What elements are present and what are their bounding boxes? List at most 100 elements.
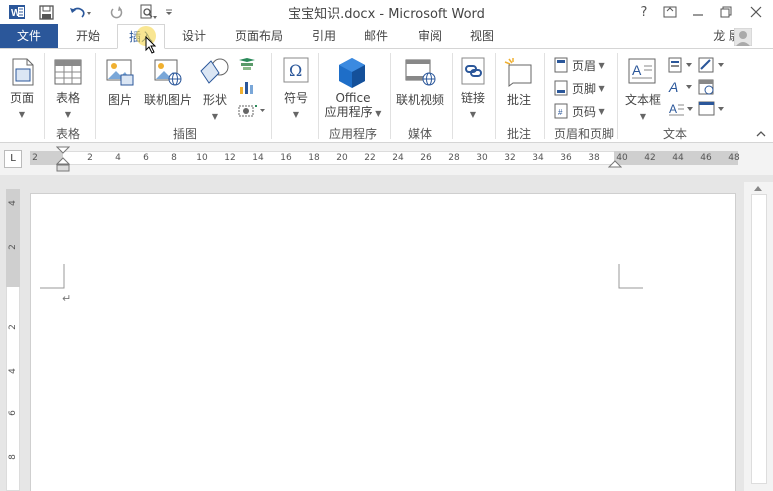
signature-line-icon[interactable] bbox=[698, 57, 726, 73]
ruler-number: 16 bbox=[280, 153, 292, 163]
minimize-icon[interactable] bbox=[686, 1, 710, 23]
symbol-icon: Ω bbox=[283, 57, 309, 83]
avatar[interactable] bbox=[734, 28, 752, 46]
header-label: 页眉 bbox=[572, 58, 597, 73]
scroll-up-icon[interactable] bbox=[753, 184, 763, 192]
comment-button[interactable]: 批注 bbox=[500, 91, 538, 108]
tab-home[interactable]: 开始 bbox=[66, 24, 110, 49]
text-box-icon: A bbox=[628, 58, 656, 84]
ruler-number: 26 bbox=[420, 153, 432, 163]
vertical-ruler-number: 4 bbox=[8, 368, 18, 374]
online-picture-icon bbox=[154, 59, 182, 86]
margin-corner-top-left bbox=[40, 264, 65, 289]
tab-file[interactable]: 文件 bbox=[0, 24, 58, 49]
vertical-ruler-number: 2 bbox=[8, 244, 18, 250]
svg-text:#: # bbox=[558, 108, 563, 117]
text-box-button[interactable]: 文本框 ▼ bbox=[620, 91, 666, 122]
ruler-number: 34 bbox=[532, 153, 544, 163]
group-label-table: 表格 bbox=[55, 127, 80, 141]
ruler-number: 38 bbox=[588, 153, 600, 163]
office-apps-button[interactable]: Office 应用程序 ▼ bbox=[322, 91, 384, 121]
ruler-number: 32 bbox=[504, 153, 516, 163]
group-label-apps: 应用程序 bbox=[328, 127, 377, 141]
shapes-icon bbox=[200, 58, 229, 84]
ruler-number: 10 bbox=[196, 153, 208, 163]
table-icon bbox=[54, 59, 82, 85]
tab-review[interactable]: 审阅 bbox=[408, 24, 452, 49]
page-number-icon: # bbox=[554, 103, 568, 119]
scrollbar-thumb[interactable] bbox=[751, 194, 767, 484]
link-button-label: 链接 bbox=[460, 91, 485, 105]
online-video-button[interactable]: 联机视频 bbox=[392, 91, 448, 108]
ruler-number: 36 bbox=[560, 153, 572, 163]
ruler-number: 30 bbox=[476, 153, 488, 163]
ruler-number: 22 bbox=[364, 153, 376, 163]
restore-icon[interactable] bbox=[714, 1, 738, 23]
indent-marker-icon[interactable] bbox=[56, 146, 70, 174]
vertical-ruler-number: 6 bbox=[8, 410, 18, 416]
shapes-button-label: 形状 bbox=[202, 93, 227, 107]
quick-parts-icon[interactable] bbox=[668, 57, 694, 73]
ruler-number: 18 bbox=[308, 153, 320, 163]
object-icon[interactable] bbox=[698, 101, 726, 117]
chart-icon[interactable] bbox=[238, 79, 256, 95]
page-icon bbox=[12, 58, 34, 86]
picture-button[interactable]: 图片 bbox=[102, 91, 138, 108]
office-apps-label-1: Office bbox=[335, 91, 371, 105]
title-bar: W 宝宝知识.docx - Microsoft Word ? bbox=[0, 0, 773, 24]
tab-page-layout[interactable]: 页面布局 bbox=[226, 24, 292, 49]
footer-label: 页脚 bbox=[572, 81, 597, 96]
tab-view[interactable]: 视图 bbox=[460, 24, 504, 49]
ruler-number: 40 bbox=[616, 153, 628, 163]
link-icon bbox=[461, 57, 485, 85]
smartart-icon[interactable] bbox=[238, 57, 256, 73]
header-button[interactable]: 页眉 ▼ bbox=[553, 55, 605, 75]
ruler-number: 42 bbox=[644, 153, 656, 163]
ruler-number: 2 bbox=[32, 153, 38, 163]
help-button[interactable]: ? bbox=[632, 1, 656, 23]
svg-text:Ω: Ω bbox=[289, 61, 302, 80]
ruler-number: 28 bbox=[448, 153, 460, 163]
group-label-media: 媒体 bbox=[407, 127, 432, 141]
margin-corner-top-right bbox=[618, 264, 643, 289]
vertical-ruler-number: 2 bbox=[8, 324, 18, 330]
page-button-label: 页面 bbox=[9, 91, 34, 105]
tab-selector-button[interactable]: L bbox=[4, 150, 22, 168]
svg-text:A: A bbox=[668, 79, 678, 95]
ruler-number: 48 bbox=[728, 153, 740, 163]
wordart-icon[interactable]: A bbox=[668, 79, 694, 95]
ribbon-display-options-icon[interactable] bbox=[658, 1, 682, 23]
tab-design[interactable]: 设计 bbox=[172, 24, 216, 49]
vertical-scrollbar[interactable] bbox=[744, 182, 773, 491]
symbol-button-label: 符号 bbox=[283, 91, 308, 105]
tab-references[interactable]: 引用 bbox=[302, 24, 346, 49]
drop-cap-icon[interactable]: A bbox=[668, 101, 694, 117]
group-label-text: 文本 bbox=[662, 127, 687, 141]
link-button[interactable]: 链接 ▼ bbox=[455, 89, 491, 120]
symbol-button[interactable]: 符号 ▼ bbox=[278, 89, 314, 120]
collapse-ribbon-icon[interactable] bbox=[755, 129, 767, 139]
document-page[interactable]: ↵ bbox=[30, 193, 736, 491]
table-button[interactable]: 表格 ▼ bbox=[48, 89, 88, 120]
close-icon[interactable] bbox=[744, 1, 768, 23]
ruler-number: 8 bbox=[171, 153, 177, 163]
page-button[interactable]: 页面 ▼ bbox=[4, 89, 40, 120]
group-label-header-footer: 页眉和页脚 bbox=[553, 127, 614, 141]
footer-button[interactable]: 页脚 ▼ bbox=[553, 78, 605, 98]
online-picture-button[interactable]: 联机图片 bbox=[140, 91, 196, 108]
ruler-number: 20 bbox=[336, 153, 348, 163]
picture-icon bbox=[106, 59, 134, 86]
ruler-number: 14 bbox=[252, 153, 264, 163]
ruler-number: 12 bbox=[224, 153, 236, 163]
page-number-button[interactable]: # 页码 ▼ bbox=[553, 101, 605, 121]
text-box-label: 文本框 bbox=[624, 93, 661, 107]
shapes-button[interactable]: 形状 ▼ bbox=[198, 91, 232, 122]
ribbon-tabs: 文件 开始 插入 设计 页面布局 引用 邮件 审阅 视图 龙 尉 ▼ bbox=[0, 24, 773, 54]
ruler-number: 2 bbox=[87, 153, 93, 163]
ruler-number: 46 bbox=[700, 153, 712, 163]
tab-mailings[interactable]: 邮件 bbox=[354, 24, 398, 49]
ribbon: 页面 ▼ 表格 ▼ 表格 图片 联机图片 形状 ▼ 插图 Ω 符号 ▼ Office 应用… bbox=[0, 48, 773, 143]
group-label-illustrations: 插图 bbox=[172, 127, 197, 141]
screenshot-icon[interactable] bbox=[238, 103, 266, 117]
date-time-icon[interactable] bbox=[698, 79, 716, 95]
